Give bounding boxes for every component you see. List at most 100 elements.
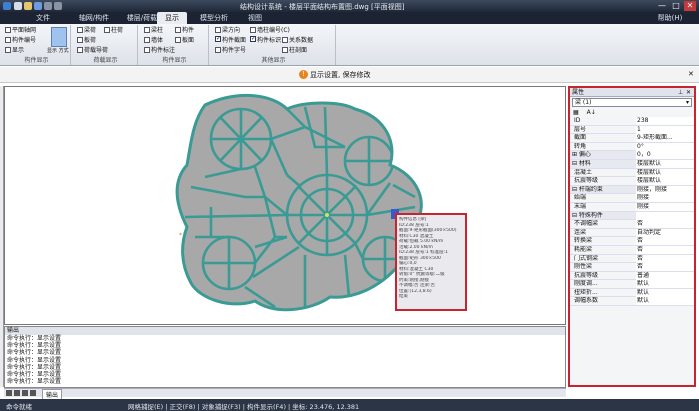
property-value[interactable]: 刚接 (636, 202, 694, 211)
property-row[interactable]: 截面 9-矩形截面... (570, 134, 694, 143)
checkbox-member-mark[interactable]: 构件标识 (250, 36, 281, 45)
property-row[interactable]: 调幅系数 默认 (570, 297, 694, 307)
redo-icon[interactable] (54, 2, 62, 10)
display-mode-icon[interactable] (51, 27, 67, 47)
property-value[interactable] (636, 211, 694, 220)
property-value[interactable]: 否 (636, 263, 694, 272)
checkbox-slab-face[interactable]: 板面 (175, 36, 194, 45)
ribbon-group-other-display: 梁方向 构件截面 构件字号 墙柱编号(C) 构件标识 关系数据 柱剖面 其他显示 (212, 25, 336, 65)
checkbox-relation-data[interactable]: 关系数据 (282, 36, 313, 45)
property-row[interactable]: 转角 0° (570, 142, 694, 152)
property-row[interactable]: 刚性梁 否 (570, 263, 694, 272)
property-value[interactable]: 0° (636, 142, 694, 151)
undo-icon[interactable] (44, 2, 52, 10)
checkbox-beam-load[interactable]: 梁荷 (77, 26, 96, 35)
drawing-canvas[interactable]: * (4, 86, 566, 325)
window-title: 结构设计系统 - 楼层平面结构布置图.dwg [平面视图] (240, 3, 405, 11)
property-value[interactable]: 默认 (636, 280, 694, 289)
tab-view[interactable]: 视图 (240, 12, 270, 24)
checkbox-load-transfer[interactable]: 荷载导荷 (77, 46, 108, 55)
tab-floor-load[interactable]: 楼层/荷载 (122, 12, 162, 24)
property-row[interactable]: 层号 1 (570, 125, 694, 135)
property-value[interactable]: 1 (636, 125, 694, 134)
new-file-icon[interactable] (14, 2, 22, 10)
object-selector[interactable]: 梁 (1) ▾ (572, 98, 692, 107)
property-row[interactable]: 耗能梁 否 (570, 245, 694, 255)
alphabetical-sort-icon[interactable]: A↓ (587, 109, 596, 116)
property-value[interactable]: 楼层默认 (636, 159, 694, 168)
ribbon-group-label: 构件显示 (162, 57, 187, 64)
checkbox-show[interactable]: 显示 (5, 46, 24, 55)
property-value[interactable]: 楼层默认 (636, 177, 694, 186)
property-value[interactable]: 否 (636, 220, 694, 229)
property-row[interactable]: ⊞ 偏心 0，0 (570, 151, 694, 160)
tab-display[interactable]: 显示 (157, 12, 187, 24)
last-page-icon[interactable] (30, 390, 36, 396)
next-page-icon[interactable] (22, 390, 28, 396)
minimize-button[interactable]: — (656, 1, 668, 11)
tab-model-analysis[interactable]: 模型分析 (192, 12, 236, 24)
property-value[interactable]: 普通 (636, 271, 694, 280)
categorized-sort-icon[interactable]: ▦ (573, 109, 579, 116)
property-row[interactable]: ⊟ 材料 楼层默认 (570, 159, 694, 169)
prev-page-icon[interactable] (14, 390, 20, 396)
property-value[interactable]: 默认 (636, 288, 694, 297)
property-row[interactable]: 抗震等级 楼层默认 (570, 177, 694, 186)
property-row[interactable]: ⊟ 特殊构件 (570, 211, 694, 221)
checkbox-beam-direction[interactable]: 梁方向 (215, 26, 240, 35)
checkbox-member-label[interactable]: 构件标注 (144, 46, 175, 55)
help-menu[interactable]: 帮助(H) (650, 12, 690, 24)
checkbox-plan-grid[interactable]: 平面轴网 (5, 26, 36, 35)
ribbon-group-component-display: 梁柱 构件 墙体 板面 构件标注 构件显示 (141, 25, 209, 65)
property-value[interactable]: 238 (636, 117, 694, 125)
property-row[interactable]: 门式钢梁 否 (570, 254, 694, 264)
property-value[interactable]: 自动判定 (636, 228, 694, 237)
property-value[interactable]: 9-矩形截面... (636, 134, 694, 143)
tab-file[interactable]: 文件 (28, 12, 58, 24)
checkbox-component[interactable]: 构件 (175, 26, 194, 35)
close-button[interactable]: ✕ (684, 1, 696, 11)
property-value[interactable]: 0，0 (636, 151, 694, 160)
property-value[interactable]: 否 (636, 245, 694, 254)
checkbox-member-number[interactable]: 构件编号 (5, 36, 36, 45)
property-key: ID (574, 117, 581, 124)
property-row[interactable]: 混凝土 楼层默认 (570, 168, 694, 178)
checkbox-member-section[interactable]: 构件截面 (215, 36, 246, 45)
checkbox-member-font[interactable]: 构件字号 (215, 46, 246, 55)
chevron-down-icon[interactable]: ▾ (686, 99, 689, 106)
floor-plan-drawing[interactable]: * (5, 87, 565, 324)
property-row[interactable]: 始端 刚接 (570, 194, 694, 203)
property-value[interactable]: 刚接，刚接 (636, 185, 694, 194)
property-key: 截面 (574, 134, 587, 142)
property-value[interactable]: 默认 (636, 297, 694, 306)
property-row[interactable]: 连梁 自动判定 (570, 228, 694, 238)
checkbox-wall[interactable]: 墙体 (144, 36, 163, 45)
property-value[interactable]: 否 (636, 254, 694, 263)
property-row[interactable]: 抗震等级 普通 (570, 271, 694, 281)
property-value[interactable]: 否 (636, 237, 694, 246)
property-row[interactable]: ID 238 (570, 117, 694, 126)
close-panel-icon[interactable]: ✕ (686, 88, 691, 97)
checkbox-slab-load[interactable]: 板荷 (77, 36, 96, 45)
checkbox-column-section[interactable]: 柱剖面 (282, 46, 307, 55)
property-row[interactable]: 转换梁 否 (570, 237, 694, 246)
property-row[interactable]: 末端 刚接 (570, 202, 694, 212)
property-value[interactable]: 刚接 (636, 194, 694, 203)
save-icon[interactable] (34, 2, 42, 10)
open-folder-icon[interactable] (24, 2, 32, 10)
property-row[interactable]: 刚度调... 默认 (570, 280, 694, 289)
property-row[interactable]: 扭矩折... 默认 (570, 288, 694, 298)
tab-grid-members[interactable]: 轴网/构件 (70, 12, 118, 24)
property-row[interactable]: 不调幅梁 否 (570, 220, 694, 229)
close-infobar-icon[interactable]: ✕ (688, 70, 694, 78)
checkbox-beam-column[interactable]: 梁柱 (144, 26, 163, 35)
property-row[interactable]: ⊟ 杆端约束 刚接，刚接 (570, 185, 694, 195)
property-value[interactable]: 楼层默认 (636, 168, 694, 177)
maximize-button[interactable]: □ (670, 1, 682, 11)
pin-icon[interactable]: ⊥ (678, 88, 683, 97)
property-key: 抗震等级 (574, 271, 599, 279)
ribbon-group-load-display: 梁荷 柱荷 板荷 荷载导荷 荷载显示 (74, 25, 138, 65)
first-page-icon[interactable] (6, 390, 12, 396)
checkbox-column-load[interactable]: 柱荷 (104, 26, 123, 35)
checkbox-wall-column-number[interactable]: 墙柱编号(C) (250, 26, 290, 35)
